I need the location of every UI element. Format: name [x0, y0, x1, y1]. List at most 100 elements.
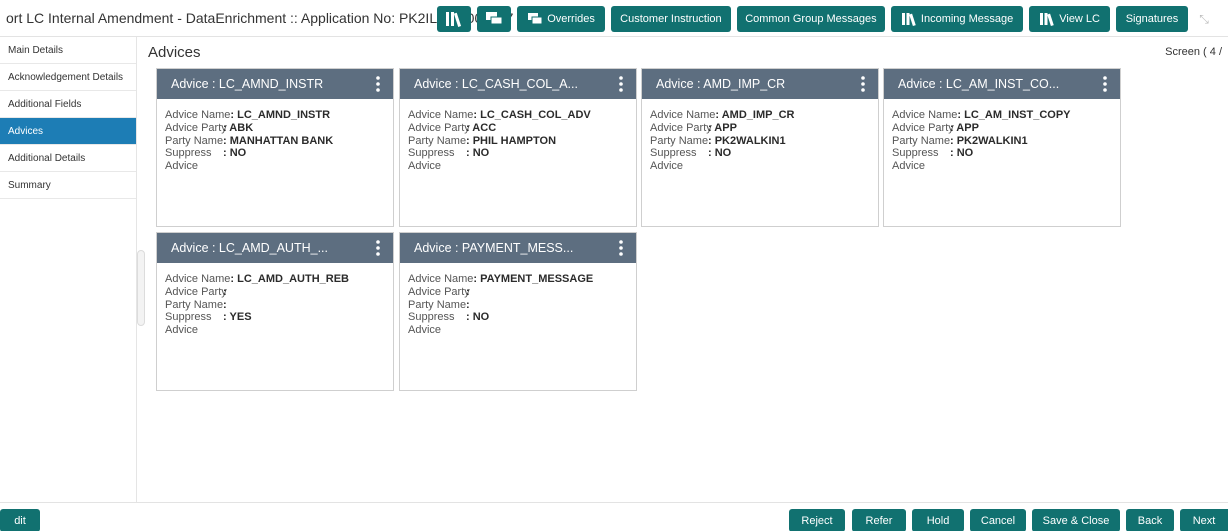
audit-button[interactable]: dit: [0, 509, 40, 531]
sidebar-item-acknowledgement-details[interactable]: Acknowledgement Details: [0, 64, 136, 91]
incoming-message-button[interactable]: Incoming Message: [890, 6, 1024, 32]
card-header: Advice : AMD_IMP_CR: [642, 69, 878, 99]
screen-indicator: Screen ( 4 /: [1165, 46, 1222, 58]
next-label: Next: [1192, 514, 1216, 527]
advice-name-label: Advice Name: [650, 109, 716, 121]
advice-name-value: : AMD_IMP_CR: [715, 109, 795, 121]
party-name-value: : MANHATTAN BANK: [223, 134, 334, 147]
cancel-button[interactable]: Cancel: [970, 509, 1026, 531]
advice-card-lc-amnd-instr: Advice : LC_AMND_INSTR Advice Name: LC_A…: [156, 68, 394, 227]
advice-name-value: : PAYMENT_MESSAGE: [473, 273, 594, 285]
view-lc-button[interactable]: View LC: [1029, 6, 1110, 32]
sidebar-item-main-details[interactable]: Main Details: [0, 37, 136, 64]
advice-card-lc-am-inst-copy: Advice : LC_AM_INST_CO... Advice Name: L…: [883, 68, 1121, 227]
overrides-button[interactable]: Overrides: [517, 6, 605, 32]
advice-label: Advice: [408, 324, 442, 337]
toolbar: Overrides Customer Instruction Common Gr…: [437, 6, 1214, 32]
party-name-value: : PK2WALKIN1: [708, 134, 786, 147]
kebab-menu-icon[interactable]: [856, 74, 870, 94]
advice-label: Advice: [650, 160, 684, 173]
advice-party-label: Advice Party: [650, 121, 712, 134]
library-button[interactable]: [437, 6, 472, 32]
chat-icon: [486, 12, 503, 25]
party-name-label: Party Name: [892, 134, 951, 147]
suppress-value: : NO: [950, 147, 974, 160]
footer-bar: dit Reject Refer Hold Cancel Save & Clos…: [0, 502, 1228, 531]
advice-party-label: Advice Party: [165, 285, 227, 298]
kebab-menu-icon[interactable]: [371, 74, 385, 94]
suppress-label: Suppress: [408, 147, 455, 160]
card-body: Advice Name: AMD_IMP_CR Advice Party: AP…: [642, 99, 878, 173]
suppress-value: : NO: [466, 147, 490, 160]
sidebar-item-label: Advices: [8, 125, 44, 137]
suppress-value: : NO: [223, 147, 247, 160]
overrides-label: Overrides: [547, 13, 595, 25]
sidebar-item-label: Additional Fields: [8, 98, 82, 110]
advice-label: Advice: [408, 160, 442, 173]
party-name-label: Party Name: [165, 134, 224, 147]
header-bar: ort LC Internal Amendment - DataEnrichme…: [0, 0, 1228, 37]
kebab-menu-icon[interactable]: [614, 238, 628, 258]
card-title: Advice : LC_AM_INST_CO...: [898, 77, 1060, 91]
advice-label: Advice: [165, 324, 199, 337]
library-icon: [901, 13, 916, 26]
advice-name-label: Advice Name: [408, 109, 474, 121]
incoming-message-label: Incoming Message: [920, 13, 1014, 25]
advice-card-lc-amd-auth-reb: Advice : LC_AMD_AUTH_... Advice Name: LC…: [156, 232, 394, 391]
signatures-button[interactable]: Signatures: [1116, 6, 1188, 32]
sidebar-item-additional-details[interactable]: Additional Details: [0, 145, 136, 172]
card-title: Advice : AMD_IMP_CR: [656, 77, 786, 91]
advice-name-value: : LC_CASH_COL_ADV: [473, 109, 591, 121]
card-body: Advice Name: LC_AMD_AUTH_REB Advice Part…: [157, 263, 393, 337]
advice-party-label: Advice Party: [165, 121, 227, 134]
suppress-label: Suppress: [165, 147, 212, 160]
refer-button[interactable]: Refer: [852, 509, 906, 531]
advice-name-label: Advice Name: [165, 109, 231, 121]
advice-party-value: : APP: [950, 121, 979, 134]
save-close-label: Save & Close: [1042, 514, 1110, 527]
cancel-label: Cancel: [980, 514, 1016, 527]
sidebar-item-advices[interactable]: Advices: [0, 118, 136, 145]
card-title: Advice : LC_AMD_AUTH_...: [171, 241, 328, 255]
advice-party-value: :: [223, 285, 227, 298]
card-header: Advice : LC_AMD_AUTH_...: [157, 233, 393, 263]
party-name-label: Party Name: [408, 134, 467, 147]
advice-card-amd-imp-cr: Advice : AMD_IMP_CR Advice Name: AMD_IMP…: [641, 68, 879, 227]
reject-button[interactable]: Reject: [789, 509, 845, 531]
hold-button[interactable]: Hold: [912, 509, 964, 531]
party-name-value: : PHIL HAMPTON: [466, 134, 557, 147]
advice-label: Advice: [165, 160, 199, 173]
advice-card-payment-message: Advice : PAYMENT_MESS... Advice Name: PA…: [399, 232, 637, 391]
kebab-menu-icon[interactable]: [614, 74, 628, 94]
card-title: Advice : LC_CASH_COL_A...: [414, 77, 578, 91]
sidebar-resize-handle[interactable]: [137, 250, 145, 326]
suppress-label: Suppress: [892, 147, 939, 160]
advice-label: Advice: [892, 160, 926, 173]
advice-party-label: Advice Party: [892, 121, 954, 134]
back-button[interactable]: Back: [1126, 509, 1174, 531]
hold-label: Hold: [926, 514, 950, 527]
back-label: Back: [1137, 514, 1163, 527]
party-name-label: Party Name: [165, 298, 224, 311]
party-name-label: Party Name: [650, 134, 709, 147]
customer-instruction-button[interactable]: Customer Instruction: [610, 6, 731, 32]
sidebar-item-summary[interactable]: Summary: [0, 172, 136, 199]
chat-icon: [528, 13, 543, 25]
advice-name-label: Advice Name: [408, 273, 474, 285]
card-body: Advice Name: LC_CASH_COL_ADV Advice Part…: [400, 99, 636, 173]
audit-label: dit: [14, 514, 26, 527]
sidebar-nav: Main Details Acknowledgement Details Add…: [0, 37, 137, 502]
card-header: Advice : LC_CASH_COL_A...: [400, 69, 636, 99]
advice-name-label: Advice Name: [165, 273, 231, 285]
kebab-menu-icon[interactable]: [1098, 74, 1112, 94]
advice-name-value: : LC_AMND_INSTR: [230, 109, 331, 121]
sidebar-item-label: Main Details: [8, 44, 64, 56]
kebab-menu-icon[interactable]: [371, 238, 385, 258]
library-icon: [446, 12, 462, 27]
common-group-messages-button[interactable]: Common Group Messages: [736, 6, 885, 32]
next-button[interactable]: Next: [1180, 509, 1228, 531]
sidebar-item-additional-fields[interactable]: Additional Fields: [0, 91, 136, 118]
save-close-button[interactable]: Save & Close: [1032, 509, 1120, 531]
minimize-icon[interactable]: ⤡: [1194, 9, 1214, 29]
messages-button[interactable]: [477, 6, 512, 32]
